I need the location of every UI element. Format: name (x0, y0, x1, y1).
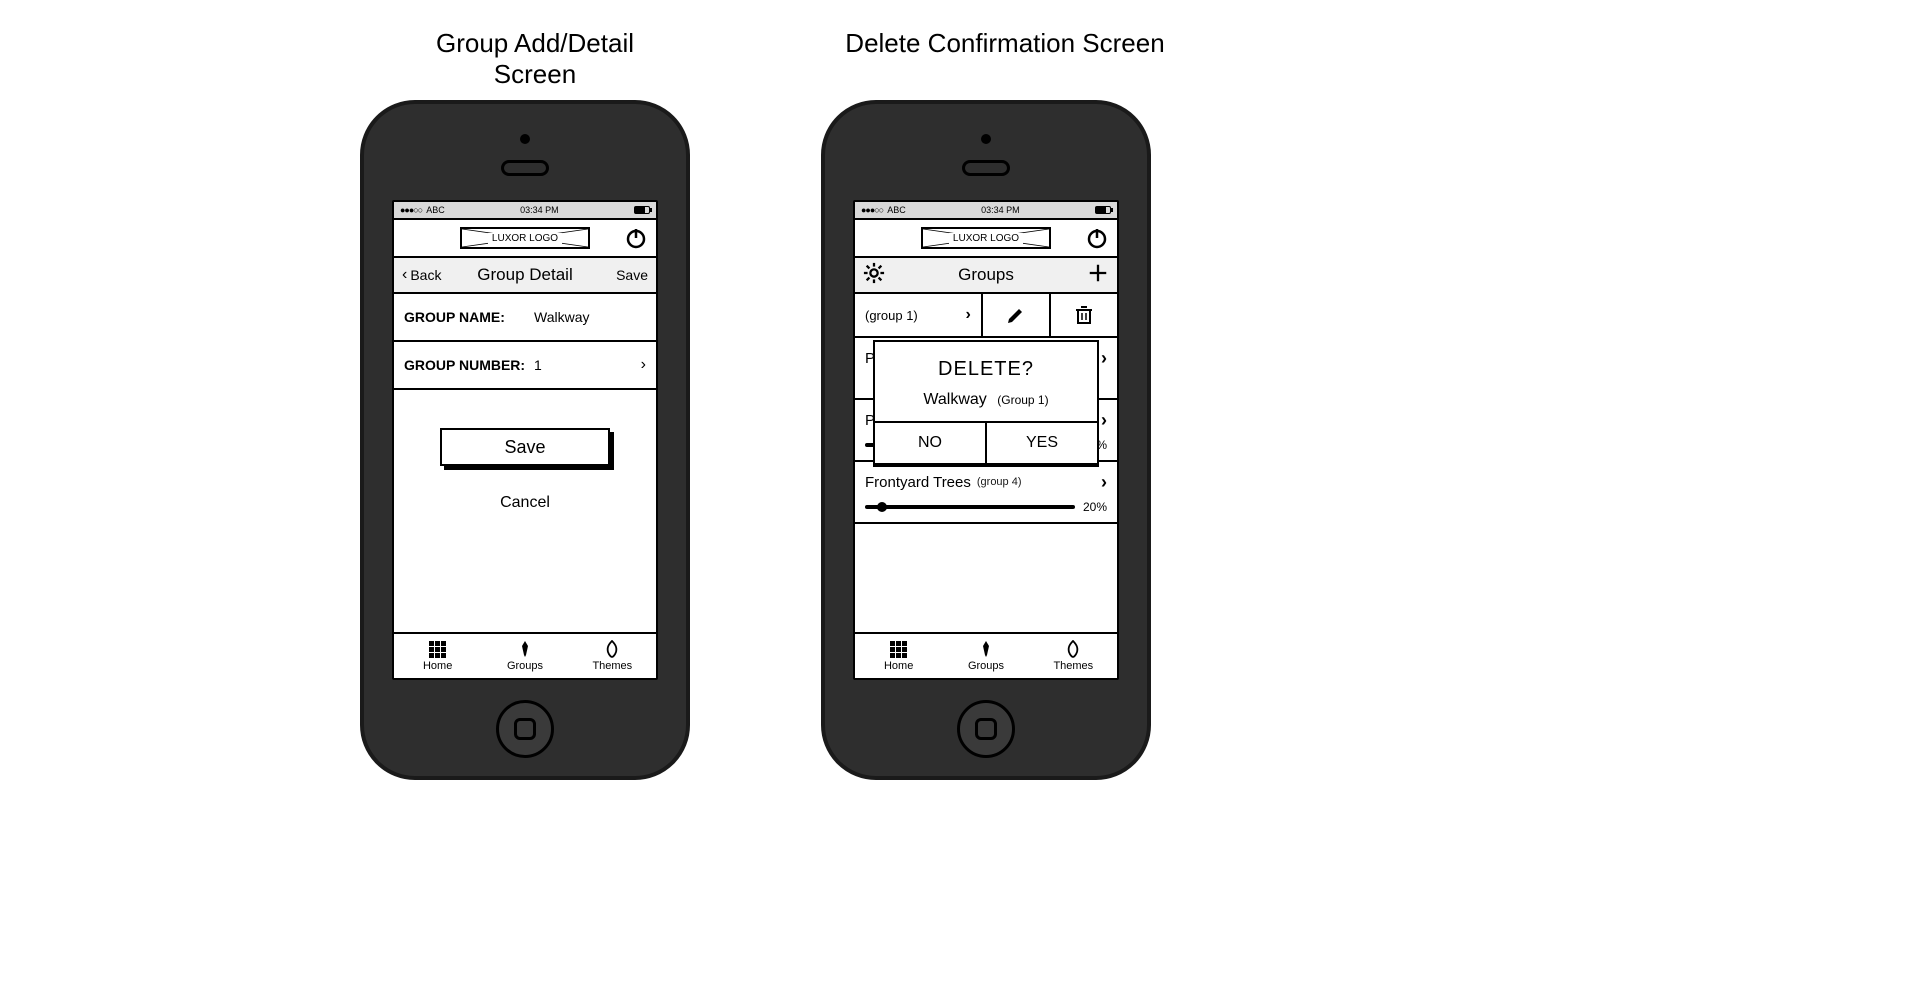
tab-home[interactable]: Home (855, 634, 942, 678)
chevron-right-icon: › (1101, 410, 1107, 431)
grid-icon (890, 641, 907, 658)
brightness-slider[interactable] (865, 505, 1075, 509)
nav-row: ‹ Back Group Detail Save (394, 258, 656, 294)
grid-icon (429, 641, 446, 658)
edit-button[interactable] (983, 294, 1051, 336)
group-sub: (group 4) (977, 476, 1022, 488)
dialog-no-button[interactable]: NO (875, 423, 987, 463)
add-button[interactable] (1087, 262, 1109, 289)
phone-camera-dot (520, 134, 530, 144)
dialog-group-name: Walkway (923, 391, 986, 408)
tab-bar: Home Groups Themes (394, 632, 656, 678)
group-number-row[interactable]: GROUP NUMBER: 1 › (394, 342, 656, 390)
battery-icon (634, 206, 650, 214)
dialog-subtitle: Walkway (Group 1) (885, 391, 1087, 409)
chevron-right-icon: › (1101, 348, 1107, 369)
logo-placeholder: LUXOR LOGO (460, 227, 590, 249)
power-icon[interactable] (624, 226, 648, 250)
power-icon[interactable] (1085, 226, 1109, 250)
trash-icon (1075, 305, 1093, 325)
dialog-title: DELETE? (885, 358, 1087, 381)
nav-title: Groups (958, 265, 1014, 285)
detail-content: GROUP NAME: Walkway GROUP NUMBER: 1 › Sa… (394, 294, 656, 632)
group-row-swiped: (group 1) › (855, 294, 1117, 338)
save-button[interactable]: Save (440, 428, 610, 466)
phone-speaker (962, 160, 1010, 176)
tab-groups[interactable]: Groups (942, 634, 1029, 678)
settings-button[interactable] (863, 262, 885, 289)
dialog-group-number: (Group 1) (997, 393, 1048, 407)
screen-title-detail: Group Add/Detail Screen (395, 28, 675, 90)
battery-icon (1095, 206, 1111, 214)
dialog-yes-button[interactable]: YES (987, 423, 1097, 463)
clock-label: 03:34 PM (520, 205, 559, 215)
group-number-value: 1 (534, 357, 542, 373)
nav-save-link[interactable]: Save (616, 267, 648, 283)
nav-row: Groups (855, 258, 1117, 294)
delete-dialog: DELETE? Walkway (Group 1) NO YES (873, 340, 1099, 465)
tab-home-label: Home (884, 660, 913, 672)
group-name-row[interactable]: GROUP NAME: Walkway (394, 294, 656, 342)
tab-home[interactable]: Home (394, 634, 481, 678)
tab-themes-label: Themes (1053, 660, 1093, 672)
nav-title: Group Detail (477, 265, 572, 285)
tab-groups[interactable]: Groups (481, 634, 568, 678)
status-bar: ●●●○○ ABC 03:34 PM (394, 202, 656, 220)
screen-title-delete: Delete Confirmation Screen (840, 28, 1170, 59)
pencil-icon (1006, 305, 1026, 325)
tab-groups-label: Groups (507, 660, 543, 672)
clock-label: 03:34 PM (981, 205, 1020, 215)
tab-home-label: Home (423, 660, 452, 672)
logo-text: LUXOR LOGO (949, 233, 1023, 244)
cancel-button[interactable]: Cancel (394, 494, 656, 512)
logo-text: LUXOR LOGO (488, 233, 562, 244)
logo-placeholder: LUXOR LOGO (921, 227, 1051, 249)
logo-row: LUXOR LOGO (394, 220, 656, 258)
gear-icon (863, 262, 885, 284)
carrier-label: ABC (887, 205, 906, 215)
back-label: Back (410, 267, 441, 283)
phone-home-button[interactable] (496, 700, 554, 758)
carrier-label: ABC (426, 205, 445, 215)
phone-mockup-delete: ●●●○○ ABC 03:34 PM LUXOR LOGO (821, 100, 1151, 780)
brightness-value: 20% (1083, 500, 1107, 514)
tab-bar: Home Groups Themes (855, 632, 1117, 678)
screen-detail: ●●●○○ ABC 03:34 PM LUXOR LOGO ‹ Back Gro… (392, 200, 658, 680)
groups-content: (group 1) › P… › P… (855, 294, 1117, 632)
chevron-right-icon: › (965, 306, 970, 324)
phone-home-button[interactable] (957, 700, 1015, 758)
group-name-label: GROUP NAME: (404, 309, 534, 325)
group-row-sub: (group 1) (865, 308, 918, 323)
group-row[interactable]: Frontyard Trees (group 4) › 20% (855, 462, 1117, 524)
flame-icon (604, 640, 620, 658)
signal-icon: ●●●○○ (400, 205, 422, 215)
delete-button[interactable] (1051, 294, 1117, 336)
tab-themes-label: Themes (592, 660, 632, 672)
status-bar: ●●●○○ ABC 03:34 PM (855, 202, 1117, 220)
group-number-label: GROUP NUMBER: (404, 357, 534, 373)
phone-mockup-detail: ●●●○○ ABC 03:34 PM LUXOR LOGO ‹ Back Gro… (360, 100, 690, 780)
phone-camera-dot (981, 134, 991, 144)
tab-themes[interactable]: Themes (569, 634, 656, 678)
pen-icon (517, 640, 533, 658)
tab-groups-label: Groups (968, 660, 1004, 672)
logo-row: LUXOR LOGO (855, 220, 1117, 258)
chevron-right-icon: › (1101, 472, 1107, 493)
pen-icon (978, 640, 994, 658)
chevron-left-icon: ‹ (402, 267, 407, 283)
group-name-value: Walkway (534, 309, 590, 325)
back-button[interactable]: ‹ Back (402, 267, 441, 283)
group-row-name-cell[interactable]: (group 1) › (855, 294, 983, 336)
plus-icon (1087, 262, 1109, 284)
chevron-right-icon: › (641, 356, 646, 374)
group-name: Frontyard Trees (865, 474, 971, 491)
phone-speaker (501, 160, 549, 176)
signal-icon: ●●●○○ (861, 205, 883, 215)
tab-themes[interactable]: Themes (1030, 634, 1117, 678)
flame-icon (1065, 640, 1081, 658)
screen-groups: ●●●○○ ABC 03:34 PM LUXOR LOGO (853, 200, 1119, 680)
